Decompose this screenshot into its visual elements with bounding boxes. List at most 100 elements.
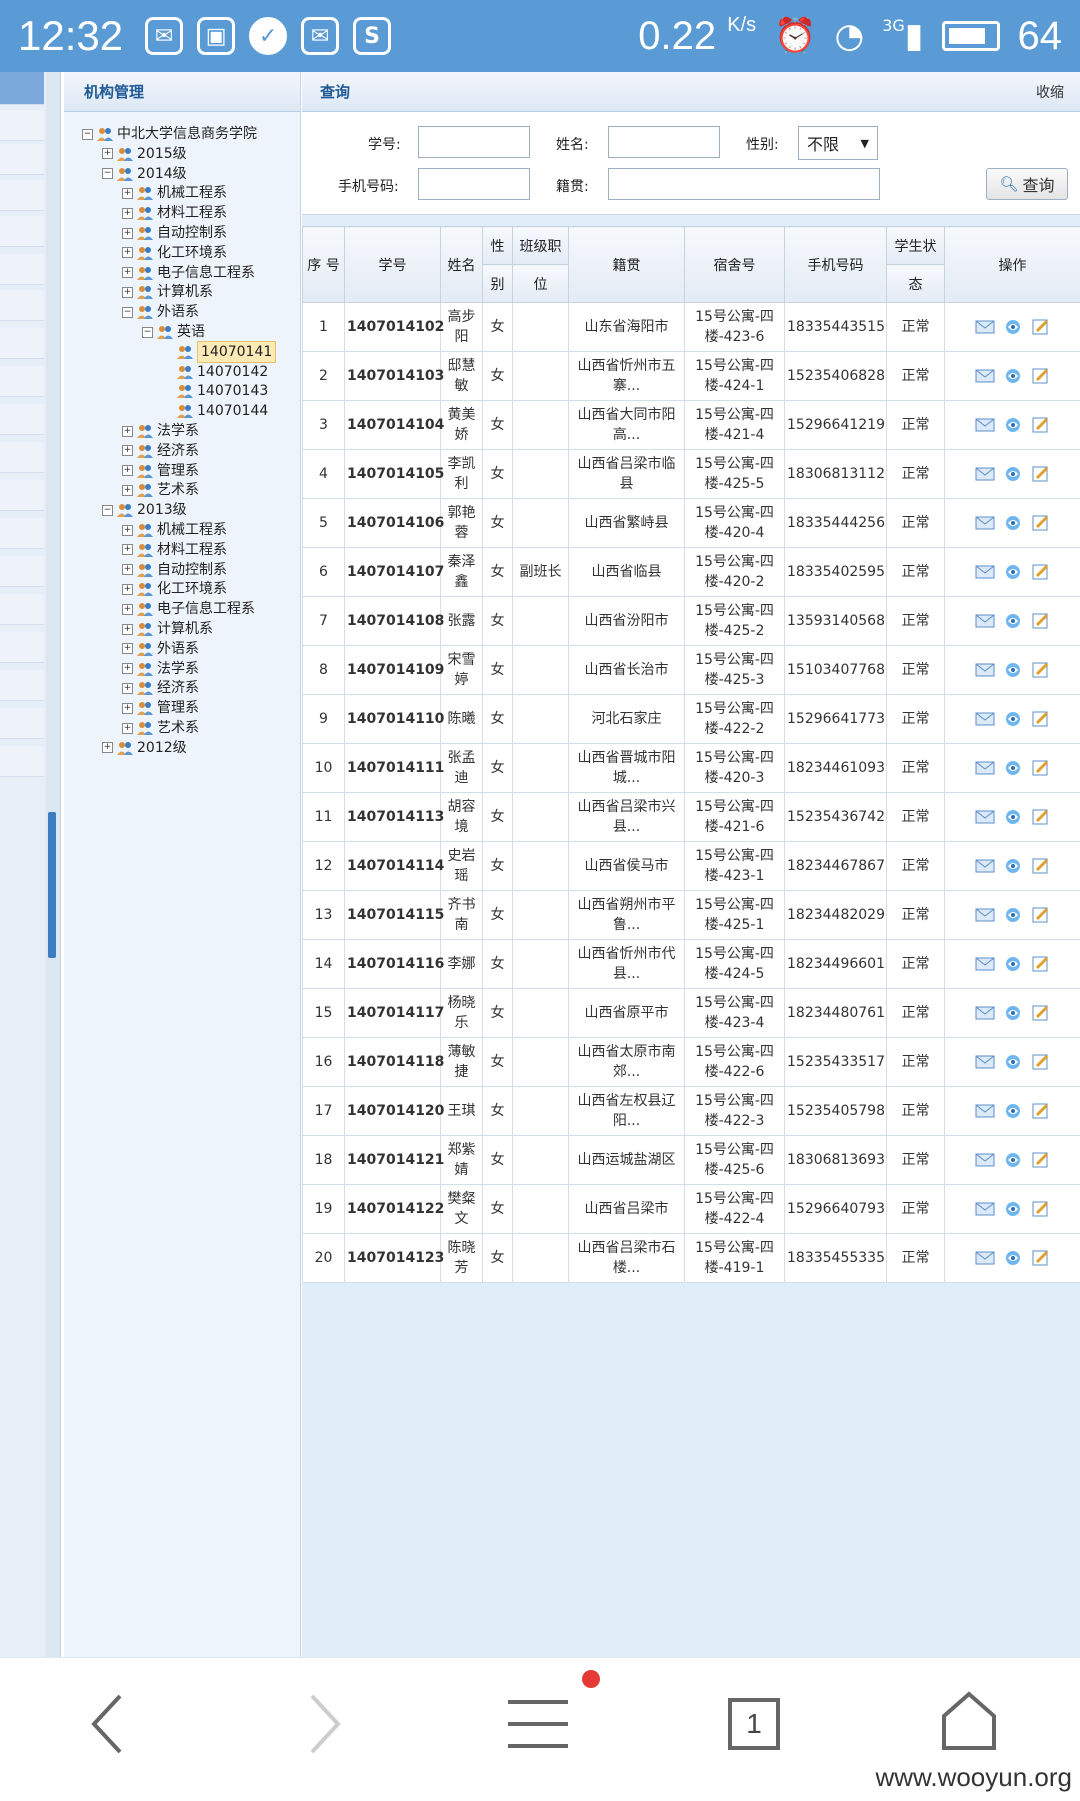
panel-splitter[interactable] <box>46 72 61 1657</box>
tree-node-dept[interactable]: +外语系 <box>122 639 199 659</box>
view-icon[interactable] <box>1003 466 1023 482</box>
table-row[interactable]: 81407014109宋雪婷女山西省长治市15号公寓-四楼-425-315103… <box>303 646 1080 695</box>
view-icon[interactable] <box>1003 564 1023 580</box>
expand-node-icon[interactable]: + <box>122 604 133 615</box>
view-icon[interactable] <box>1003 1201 1023 1217</box>
view-icon[interactable] <box>1003 613 1023 629</box>
edit-icon[interactable] <box>1031 809 1051 825</box>
expand-node-icon[interactable]: + <box>122 287 133 298</box>
tree-node-dept[interactable]: +艺术系 <box>122 718 199 738</box>
tree-node-root[interactable]: −中北大学信息商务学院 <box>82 124 257 144</box>
message-icon[interactable] <box>975 662 995 678</box>
message-icon[interactable] <box>975 1054 995 1070</box>
tree-node-dept[interactable]: +电子信息工程系 <box>122 263 255 283</box>
view-icon[interactable] <box>1003 1152 1023 1168</box>
message-icon[interactable] <box>975 319 995 335</box>
table-row[interactable]: 101407014111张孟迪女山西省晋城市阳城...15号公寓-四楼-420-… <box>303 744 1080 793</box>
view-icon[interactable] <box>1003 1054 1023 1070</box>
message-icon[interactable] <box>975 711 995 727</box>
table-row[interactable]: 61407014107秦泽鑫女副班长山西省临县15号公寓-四楼-420-2183… <box>303 548 1080 597</box>
tree-node-dept[interactable]: +经济系 <box>122 678 199 698</box>
left-menu-item[interactable] <box>0 670 44 701</box>
expand-node-icon[interactable]: + <box>122 426 133 437</box>
message-icon[interactable] <box>975 760 995 776</box>
view-icon[interactable] <box>1003 1250 1023 1266</box>
cell-student-id[interactable]: 1407014109 <box>345 646 441 695</box>
phone-input[interactable] <box>418 168 530 200</box>
table-row[interactable]: 71407014108张露女山西省汾阳市15号公寓-四楼-425-2135931… <box>303 597 1080 646</box>
tree-node-year[interactable]: −2014级 <box>102 164 187 184</box>
tree-node-dept[interactable]: +化工环境系 <box>122 243 227 263</box>
expand-node-icon[interactable]: + <box>122 247 133 258</box>
col-status-top[interactable]: 学生状 <box>887 227 945 265</box>
left-menu-item[interactable] <box>0 708 44 739</box>
cell-student-id[interactable]: 1407014104 <box>345 401 441 450</box>
tree-node-class[interactable]: 14070141 <box>162 342 276 362</box>
collapse-node-icon[interactable]: − <box>142 327 153 338</box>
tabs-button[interactable]: 1 <box>728 1698 780 1750</box>
edit-icon[interactable] <box>1031 515 1051 531</box>
edit-icon[interactable] <box>1031 711 1051 727</box>
left-menu-item[interactable] <box>0 254 44 285</box>
table-row[interactable]: 121407014114史岩瑶女山西省侯马市15号公寓-四楼-423-11823… <box>303 842 1080 891</box>
origin-input[interactable] <box>608 168 880 200</box>
col-phone[interactable]: 手机号码 <box>785 227 887 303</box>
message-icon[interactable] <box>975 613 995 629</box>
message-icon[interactable] <box>975 1005 995 1021</box>
collapse-link[interactable]: 收缩 <box>1036 82 1064 102</box>
tree-node-dept[interactable]: +管理系 <box>122 461 199 481</box>
expand-node-icon[interactable]: + <box>122 663 133 674</box>
message-icon[interactable] <box>975 564 995 580</box>
collapse-node-icon[interactable]: − <box>102 168 113 179</box>
message-icon[interactable] <box>975 858 995 874</box>
expand-node-icon[interactable]: + <box>122 544 133 555</box>
view-icon[interactable] <box>1003 809 1023 825</box>
left-menu-strip[interactable] <box>0 72 47 1657</box>
edit-icon[interactable] <box>1031 1250 1051 1266</box>
table-row[interactable]: 171407014120王琪女山西省左权县辽阳...15号公寓-四楼-422-3… <box>303 1087 1080 1136</box>
expand-node-icon[interactable]: + <box>102 148 113 159</box>
cell-student-id[interactable]: 1407014115 <box>345 891 441 940</box>
gender-select[interactable]: 不限 ▼ <box>798 126 878 160</box>
edit-icon[interactable] <box>1031 1054 1051 1070</box>
cell-student-id[interactable]: 1407014105 <box>345 450 441 499</box>
cell-student-id[interactable]: 1407014107 <box>345 548 441 597</box>
tree-node-dept[interactable]: +计算机系 <box>122 282 213 302</box>
table-row[interactable]: 161407014118薄敏捷女山西省太原市南郊...15号公寓-四楼-422-… <box>303 1038 1080 1087</box>
col-position-top[interactable]: 班级职 <box>513 227 569 265</box>
cell-student-id[interactable]: 1407014113 <box>345 793 441 842</box>
view-icon[interactable] <box>1003 515 1023 531</box>
forward-button[interactable] <box>304 1692 344 1756</box>
table-row[interactable]: 151407014117杨晓乐女山西省原平市15号公寓-四楼-423-41823… <box>303 989 1080 1038</box>
left-menu-item[interactable] <box>0 290 44 321</box>
tree-node-dept[interactable]: +艺术系 <box>122 480 199 500</box>
cell-student-id[interactable]: 1407014114 <box>345 842 441 891</box>
left-menu-item[interactable] <box>0 216 44 247</box>
expand-node-icon[interactable]: + <box>122 703 133 714</box>
left-menu-item[interactable] <box>0 746 44 777</box>
cell-student-id[interactable]: 1407014118 <box>345 1038 441 1087</box>
expand-node-icon[interactable]: + <box>122 643 133 654</box>
left-menu-item[interactable] <box>0 404 44 435</box>
col-gender-top[interactable]: 性 <box>483 227 513 265</box>
edit-icon[interactable] <box>1031 1005 1051 1021</box>
expand-node-icon[interactable]: + <box>122 445 133 456</box>
home-button[interactable] <box>940 1690 998 1752</box>
tree-node-year[interactable]: +2015级 <box>102 144 187 164</box>
tree-node-dept[interactable]: +法学系 <box>122 421 199 441</box>
cell-student-id[interactable]: 1407014117 <box>345 989 441 1038</box>
cell-student-id[interactable]: 1407014121 <box>345 1136 441 1185</box>
left-menu-item[interactable] <box>0 632 44 663</box>
col-origin[interactable]: 籍贯 <box>569 227 685 303</box>
tree-node-dept[interactable]: +化工环境系 <box>122 579 227 599</box>
message-icon[interactable] <box>975 809 995 825</box>
message-icon[interactable] <box>975 368 995 384</box>
tree-node-dept[interactable]: +机械工程系 <box>122 183 227 203</box>
left-menu-item[interactable] <box>0 556 44 587</box>
tree-node-year[interactable]: +2012级 <box>102 738 187 758</box>
tree-node-major[interactable]: −英语 <box>142 322 205 342</box>
expand-node-icon[interactable]: + <box>122 188 133 199</box>
edit-icon[interactable] <box>1031 858 1051 874</box>
cell-student-id[interactable]: 1407014116 <box>345 940 441 989</box>
edit-icon[interactable] <box>1031 466 1051 482</box>
